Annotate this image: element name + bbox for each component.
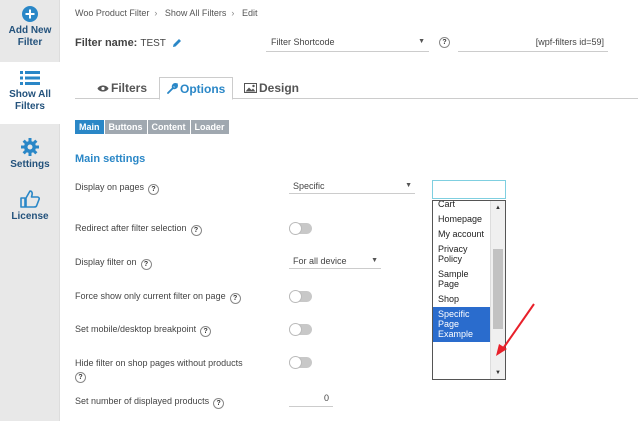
row-label-text: Force show only current filter on page [75,291,226,301]
breadcrumb: Woo Product Filter › Show All Filters › Ed… [75,8,261,18]
main-panel: Woo Product Filter › Show All Filters › Ed… [60,0,638,421]
chevron-down-icon: ▼ [371,257,378,264]
image-icon [244,83,257,93]
display-pages-select[interactable]: Specific ▼ [289,180,415,194]
subtab-bar: Main Buttons Content Loader [75,120,230,134]
sidebar: Add New Filter Show All Filters Settings… [0,0,60,421]
hide-filter-toggle[interactable] [289,356,312,369]
chevron-down-icon: ▼ [418,38,425,45]
help-icon[interactable]: ? [200,326,212,337]
sidebar-item-add-new-filter[interactable]: Add New Filter [0,6,60,62]
hide-filter-label: Hide filter on shop pages without produc… [75,357,243,383]
filter-name-label: Filter name: [75,37,138,49]
list-item[interactable]: Privacy Policy [433,242,491,267]
redirect-toggle[interactable] [289,222,312,235]
sidebar-item-label: Filters [14,101,45,112]
plus-circle-icon [22,6,38,22]
breakpoint-label: Set mobile/desktop breakpoint? [75,323,212,337]
section-title: Main settings [75,153,146,165]
force-show-toggle[interactable] [289,290,312,303]
help-icon[interactable]: ? [229,293,241,304]
row-label-text: Set mobile/desktop breakpoint [75,324,197,334]
row-label-text: Redirect after filter selection [75,223,187,233]
toggle-knob [289,323,302,336]
display-pages-label: Display on pages? [75,181,160,195]
help-icon[interactable]: ? [439,37,450,48]
sidebar-item-settings[interactable]: Settings [0,138,60,178]
display-on-label: Display filter on? [75,256,152,270]
wrench-icon [167,83,178,94]
row-label-text: Display on pages [75,182,145,192]
list-item[interactable]: Shop [433,292,491,307]
help-icon[interactable]: ? [140,259,152,270]
filter-name: Filter name: TEST [75,37,182,49]
chevron-down-icon: ▼ [405,182,412,189]
shortcode-select-value: Filter Shortcode [271,37,335,47]
select-value: Specific [293,181,325,191]
scroll-up-icon[interactable]: ▲ [495,205,501,211]
row-label-text: Hide filter on shop pages without produc… [75,358,243,368]
list-item[interactable]: Homepage [433,212,491,227]
filter-name-value[interactable]: TEST [140,38,166,49]
help-icon[interactable]: ? [148,184,160,195]
list-item-selected[interactable]: Specific Page Example [433,307,491,342]
help-icon[interactable]: ? [213,398,225,409]
list-icon [20,71,40,85]
select-value: For all device [293,256,347,266]
tab-label: Options [180,82,226,96]
annotation-arrow-icon [496,303,535,356]
pages-multiselect-input[interactable] [432,180,506,199]
pages-list-items: Cart Homepage My account Privacy Policy … [433,201,491,342]
list-item[interactable]: My account [433,227,491,242]
gear-icon [21,138,39,156]
breakpoint-toggle[interactable] [289,323,312,336]
num-products-label: Set number of displayed products? [75,395,225,409]
row-label-text: Set number of displayed products [75,396,210,406]
row-label-text: Display filter on [75,257,137,267]
subtab-buttons[interactable]: Buttons [104,120,147,134]
sidebar-item-label: Add New [8,25,52,36]
breadcrumb-item[interactable]: Woo Product Filter [75,8,149,18]
tab-options[interactable]: Options [159,77,234,100]
help-icon[interactable]: ? [75,372,86,383]
tab-label: Design [259,81,300,95]
breadcrumb-separator: › [231,8,235,18]
sidebar-item-label: Filter [17,37,43,48]
sidebar-item-label: License [11,211,49,222]
tab-bar: Filters Options Design [75,77,638,100]
subtab-main[interactable]: Main [75,120,104,134]
toggle-knob [289,222,302,235]
help-icon[interactable]: ? [190,225,202,236]
subtab-content[interactable]: Content [147,120,190,134]
toggle-knob [289,290,302,303]
breadcrumb-separator: › [154,8,158,18]
sidebar-item-license[interactable]: License [0,190,60,230]
display-on-select[interactable]: For all device ▼ [289,255,381,269]
eye-icon [97,85,109,92]
breadcrumb-item: Edit [241,8,258,18]
pencil-icon[interactable] [172,38,182,48]
force-show-label: Force show only current filter on page? [75,290,241,304]
subtab-loader[interactable]: Loader [190,120,229,134]
list-item[interactable]: Cart [433,201,491,212]
thumbs-up-icon [20,190,40,208]
shortcode-select[interactable]: Filter Shortcode ▼ [266,35,429,52]
shortcode-field[interactable]: [wpf-filters id=59] [458,35,608,52]
sidebar-item-show-all-filters[interactable]: Show All Filters [0,62,60,124]
tab-design[interactable]: Design [244,77,299,100]
sidebar-item-label: Settings [10,159,50,170]
tab-filters[interactable]: Filters [97,77,147,100]
list-item[interactable]: Sample Page [433,267,491,292]
redirect-label: Redirect after filter selection? [75,222,202,236]
breadcrumb-item[interactable]: Show All Filters [165,8,227,18]
scroll-down-icon[interactable]: ▼ [495,370,501,376]
num-products-input[interactable]: 0 [289,393,333,407]
sidebar-item-label: Show All [9,89,51,100]
tab-label: Filters [111,81,148,95]
toggle-knob [289,356,302,369]
